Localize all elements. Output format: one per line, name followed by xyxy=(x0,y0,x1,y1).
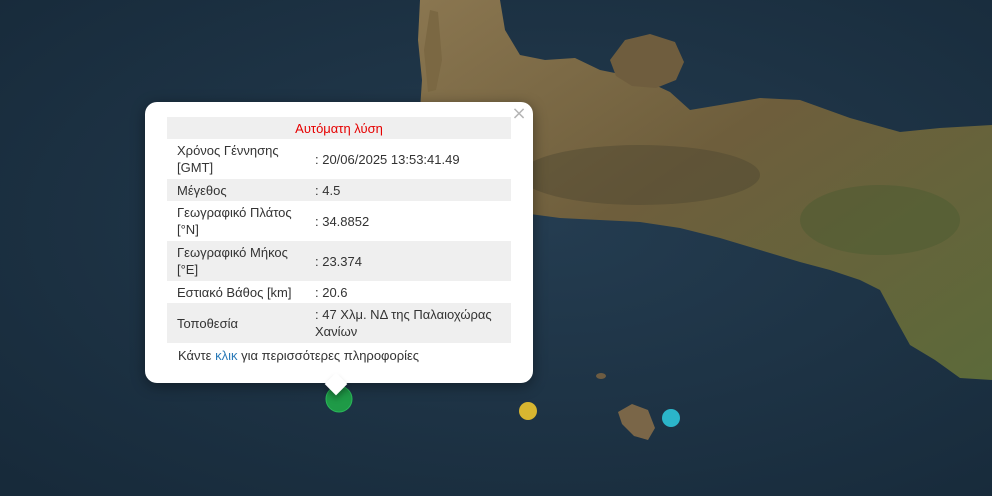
footer-suffix: για περισσότερες πληροφορίες xyxy=(237,348,420,363)
popup-title: Αυτόματη λύση xyxy=(167,117,511,139)
earthquake-popup: × Αυτόματη λύση Χρόνος Γέννησης [GMT] : … xyxy=(145,102,533,396)
row-value: : 34.8852 xyxy=(315,213,370,229)
row-label: Τοποθεσία xyxy=(167,303,309,343)
table-row: Γεωγραφικό Πλάτος [°N] : 34.8852 xyxy=(167,201,511,241)
mountain-range xyxy=(520,145,760,205)
row-label: Γεωγραφικό Πλάτος [°N] xyxy=(177,205,292,237)
row-value: : 47 Χλμ. ΝΔ της Παλαιοχώρας Χανίων xyxy=(309,303,511,343)
row-label: Χρόνος Γέννησης [GMT] xyxy=(177,143,279,175)
row-label: Γεωγραφικό Μήκος [°E] xyxy=(167,241,309,281)
row-value: : 20/06/2025 13:53:41.49 xyxy=(315,151,460,167)
more-info-link[interactable]: κλικ xyxy=(215,348,237,363)
mountain-range-east xyxy=(800,185,960,255)
row-label: Μέγεθος xyxy=(167,179,309,201)
islet xyxy=(596,373,606,379)
table-row: Χρόνος Γέννησης [GMT] : 20/06/2025 13:53… xyxy=(167,139,511,179)
earthquake-info-table: Αυτόματη λύση Χρόνος Γέννησης [GMT] : 20… xyxy=(167,117,511,343)
row-value: : 4.5 xyxy=(309,179,511,201)
earthquake-marker-cyan[interactable] xyxy=(662,409,680,427)
table-row: Εστιακό Βάθος [km] : 20.6 xyxy=(167,281,511,303)
table-row: Γεωγραφικό Μήκος [°E] : 23.374 xyxy=(167,241,511,281)
popup-footer: Κάντε κλικ για περισσότερες πληροφορίες xyxy=(178,348,419,363)
footer-prefix: Κάντε xyxy=(178,348,216,363)
earthquake-marker-yellow[interactable] xyxy=(519,402,537,420)
row-label: Εστιακό Βάθος [km] xyxy=(177,284,292,300)
table-row: Μέγεθος : 4.5 xyxy=(167,179,511,201)
close-icon[interactable]: × xyxy=(511,105,527,123)
popup-title-row: Αυτόματη λύση xyxy=(167,117,511,139)
row-value: : 23.374 xyxy=(309,241,511,281)
table-row: Τοποθεσία : 47 Χλμ. ΝΔ της Παλαιοχώρας Χ… xyxy=(167,303,511,343)
row-value: : 20.6 xyxy=(315,284,348,300)
